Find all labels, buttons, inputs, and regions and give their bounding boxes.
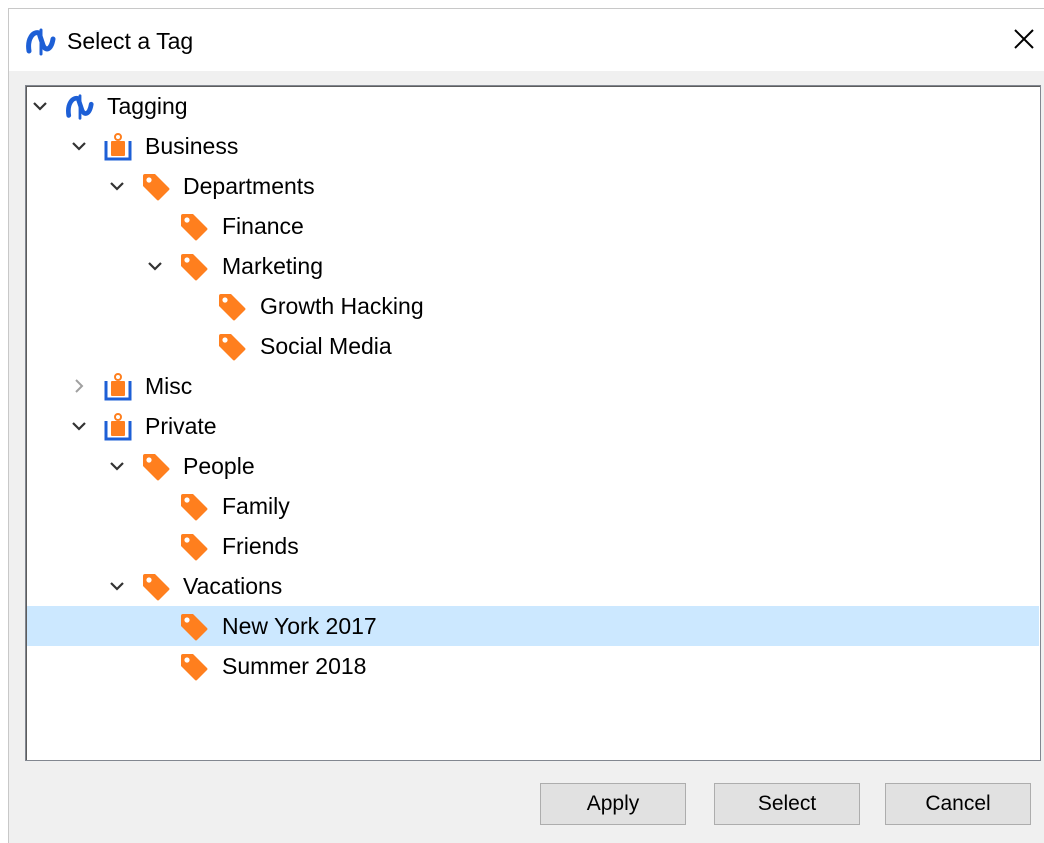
tree-node-label: Growth Hacking <box>260 293 424 319</box>
tree-node-people[interactable]: People <box>27 446 1039 486</box>
chevron-down-icon[interactable] <box>107 176 127 196</box>
tree-node-label: Departments <box>183 173 315 199</box>
tree-node-label: Social Media <box>260 333 392 359</box>
chevron-down-icon[interactable] <box>69 136 89 156</box>
tree-node-label: Finance <box>222 213 304 239</box>
tag-icon <box>181 534 208 561</box>
tree-node-label: Business <box>145 133 239 159</box>
tree-node-social-media[interactable]: Social Media <box>27 326 1039 366</box>
chevron-down-icon[interactable] <box>107 456 127 476</box>
tag-icon <box>181 494 208 521</box>
tree-node-friends[interactable]: Friends <box>27 526 1039 566</box>
select-button[interactable]: Select <box>714 783 860 825</box>
tree-node-label: People <box>183 453 255 479</box>
chevron-right-icon[interactable] <box>69 376 89 396</box>
tag-icon <box>143 454 170 481</box>
tree-node-finance[interactable]: Finance <box>27 206 1039 246</box>
tree-node-misc[interactable]: Misc <box>27 366 1039 406</box>
tree-node-summer-2018[interactable]: Summer 2018 <box>27 646 1039 686</box>
tag-icon <box>181 614 208 641</box>
tree-node-marketing[interactable]: Marketing <box>27 246 1039 286</box>
window-title: Select a Tag <box>67 28 194 54</box>
tree-node-label: Misc <box>145 373 193 399</box>
tree-node-departments[interactable]: Departments <box>27 166 1039 206</box>
tree-node-label: Marketing <box>222 253 323 279</box>
close-icon <box>1014 29 1034 49</box>
tag-icon <box>143 574 170 601</box>
tree-node-private[interactable]: Private <box>27 406 1039 446</box>
tag-icon <box>181 254 208 281</box>
select-tag-dialog: Select a Tag Tagging Business Department… <box>8 8 1044 843</box>
tree-node-label: Friends <box>222 533 299 559</box>
tag-icon <box>219 334 246 361</box>
tag-tree[interactable]: Tagging Business Departments Finance Mar… <box>25 85 1041 761</box>
close-button[interactable] <box>1004 17 1044 61</box>
tag-group-icon <box>104 373 132 401</box>
tree-node-label: New York 2017 <box>222 613 377 639</box>
tag-icon <box>143 174 170 201</box>
tree-node-business[interactable]: Business <box>27 126 1039 166</box>
app-logo-icon <box>26 28 56 56</box>
chevron-down-icon[interactable] <box>30 96 50 116</box>
title-bar: Select a Tag <box>9 9 1044 71</box>
tree-node-family[interactable]: Family <box>27 486 1039 526</box>
tree-node-label: Vacations <box>183 573 283 599</box>
tree-node-label: Tagging <box>107 93 188 119</box>
tree-node-new-york-2017[interactable]: New York 2017 <box>27 606 1039 646</box>
tag-icon <box>181 654 208 681</box>
tag-icon <box>181 214 208 241</box>
chevron-down-icon[interactable] <box>145 256 165 276</box>
tree-node-tagging[interactable]: Tagging <box>27 86 1039 126</box>
tree-node-label: Summer 2018 <box>222 653 367 679</box>
chevron-down-icon[interactable] <box>69 416 89 436</box>
tree-node-growth-hacking[interactable]: Growth Hacking <box>27 286 1039 326</box>
tag-icon <box>219 294 246 321</box>
tree-node-label: Private <box>145 413 217 439</box>
apply-button[interactable]: Apply <box>540 783 686 825</box>
tree-node-label: Family <box>222 493 290 519</box>
app-logo-icon <box>66 94 94 120</box>
chevron-down-icon[interactable] <box>107 576 127 596</box>
tag-group-icon <box>104 133 132 161</box>
tree-node-vacations[interactable]: Vacations <box>27 566 1039 606</box>
tag-group-icon <box>104 413 132 441</box>
cancel-button[interactable]: Cancel <box>885 783 1031 825</box>
